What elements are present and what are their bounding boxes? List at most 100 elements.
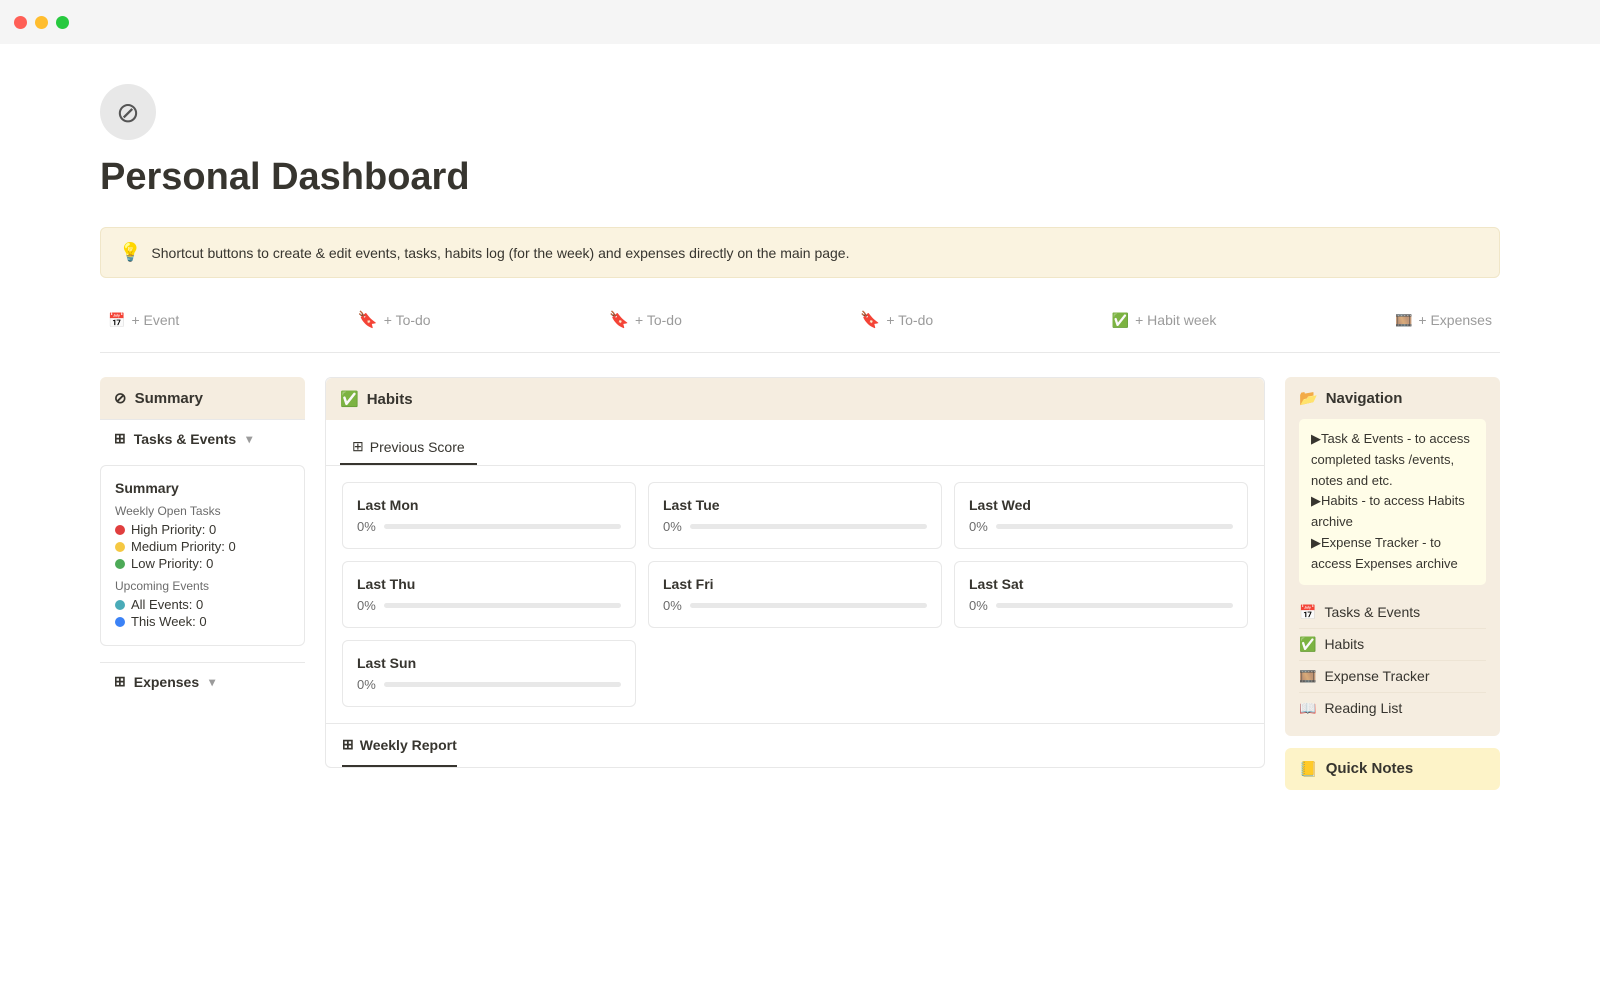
minimize-button[interactable] [35,16,48,29]
habits-section: ✅ Habits ⊞ Previous Score Last Mon [325,377,1265,768]
pct-4: 0% [663,598,682,613]
main-columns: ⊘ Summary ⊞ Tasks & Events ▾ Summary Wee… [100,377,1500,790]
pct-0: 0% [357,519,376,534]
titlebar [0,0,1600,44]
nav-calendar-icon: 📅 [1299,604,1316,621]
bookmark-icon-1: 🔖 [358,310,378,330]
add-habit-week-button[interactable]: ✅ + Habit week [1104,306,1225,334]
tasks-chevron-icon: ▾ [246,432,252,446]
blue-dot [115,617,125,627]
day-card-0: Last Mon 0% [342,482,636,549]
left-column: ⊘ Summary ⊞ Tasks & Events ▾ Summary Wee… [100,377,305,700]
day-label-3: Last Thu [357,576,621,592]
habits-header: ✅ Habits [326,378,1264,420]
weekly-report-tab-inner: ⊞ Weekly Report [342,724,457,767]
progress-bg-0 [384,524,621,529]
green-dot [115,559,125,569]
pct-5: 0% [969,598,988,613]
day-card-3: Last Thu 0% [342,561,636,628]
progress-row-0: 0% [357,519,621,534]
nav-reading-list-link[interactable]: 📖 Reading List [1299,693,1486,724]
nav-expense-tracker-link[interactable]: 🎞️ Expense Tracker [1299,661,1486,693]
weekly-report-tab[interactable]: ⊞ Weekly Report [326,723,1264,767]
day-card-2: Last Wed 0% [954,482,1248,549]
habits-grid: Last Mon 0% Last Tue 0% [326,466,1264,723]
nav-icon: 📂 [1299,389,1318,407]
bookmark-icon-3: 🔖 [860,310,880,330]
quick-notes-icon: 📒 [1299,760,1318,778]
nav-expenses-icon: 🎞️ [1299,668,1316,685]
day-card-5: Last Sat 0% [954,561,1248,628]
nav-info-box: ▶Task & Events - to access completed tas… [1299,419,1486,585]
progress-bg-4 [690,603,927,608]
medium-priority-item: Medium Priority: 0 [115,539,290,554]
expenses-header[interactable]: ⊞ Expenses ▾ [100,662,305,700]
tasks-events-header[interactable]: ⊞ Tasks & Events ▾ [100,419,305,457]
yellow-dot [115,542,125,552]
day-label-1: Last Tue [663,497,927,513]
red-dot [115,525,125,535]
quick-notes-section: 📒 Quick Notes [1285,748,1500,790]
day-card-6: Last Sun 0% [342,640,636,707]
add-expenses-button[interactable]: 🎞️ + Expenses [1387,306,1500,334]
expenses-grid-icon: ⊞ [114,673,126,690]
day-card-4: Last Fri 0% [648,561,942,628]
prev-score-tab[interactable]: ⊞ Previous Score [340,430,477,465]
nav-section-header: 📂 Navigation [1299,389,1486,407]
banner-text: Shortcut buttons to create & edit events… [151,245,849,261]
add-todo-button-2[interactable]: 🔖 + To-do [601,306,690,334]
high-priority-item: High Priority: 0 [115,522,290,537]
maximize-button[interactable] [56,16,69,29]
progress-row-2: 0% [969,519,1233,534]
habits-tabs: ⊞ Previous Score [326,420,1264,466]
progress-bg-5 [996,603,1233,608]
info-banner: 💡 Shortcut buttons to create & edit even… [100,227,1500,278]
shortcut-row: 📅 + Event 🔖 + To-do 🔖 + To-do 🔖 + To-do … [100,306,1500,353]
summary-icon: ⊘ [114,389,127,407]
add-todo-button-1[interactable]: 🔖 + To-do [350,306,439,334]
progress-bg-2 [996,524,1233,529]
progress-bg-3 [384,603,621,608]
progress-row-1: 0% [663,519,927,534]
progress-row-3: 0% [357,598,621,613]
quick-notes-header: 📒 Quick Notes [1299,760,1486,778]
middle-column: ✅ Habits ⊞ Previous Score Last Mon [325,377,1265,768]
logo-area: ⊘ [100,84,1500,140]
nav-tasks-events-link[interactable]: 📅 Tasks & Events [1299,597,1486,629]
page-title: Personal Dashboard [100,156,1500,199]
calendar-icon: 📅 [108,312,125,329]
main-scroll-area: ⊘ Personal Dashboard 💡 Shortcut buttons … [0,44,1600,1000]
teal-dot [115,600,125,610]
nav-section: 📂 Navigation ▶Task & Events - to access … [1285,377,1500,736]
nav-book-icon: 📖 [1299,700,1316,717]
habits-check-icon: ✅ [340,390,359,408]
logo-icon: ⊘ [100,84,156,140]
progress-bg-1 [690,524,927,529]
low-priority-item: Low Priority: 0 [115,556,290,571]
all-events-item: All Events: 0 [115,597,290,612]
summary-card-title: Summary [115,480,290,496]
day-label-5: Last Sat [969,576,1233,592]
tab-grid-icon: ⊞ [352,438,364,455]
bulb-icon: 💡 [119,242,141,263]
summary-section-header: ⊘ Summary [100,377,305,419]
progress-row-5: 0% [969,598,1233,613]
pct-3: 0% [357,598,376,613]
progress-bg-6 [384,682,621,687]
day-label-4: Last Fri [663,576,927,592]
add-event-button[interactable]: 📅 + Event [100,306,187,334]
progress-row-6: 0% [357,677,621,692]
tasks-grid-icon: ⊞ [114,430,126,447]
nav-info-line-2: ▶Habits - to access Habits archive [1311,491,1474,533]
pct-1: 0% [663,519,682,534]
day-label-2: Last Wed [969,497,1233,513]
day-label-6: Last Sun [357,655,621,671]
close-button[interactable] [14,16,27,29]
checkmark-icon: ✅ [1112,312,1129,329]
right-column: 📂 Navigation ▶Task & Events - to access … [1285,377,1500,790]
events-label: Upcoming Events [115,579,290,593]
nav-habits-link[interactable]: ✅ Habits [1299,629,1486,661]
nav-info-line-1: ▶Task & Events - to access completed tas… [1311,429,1474,491]
pct-6: 0% [357,677,376,692]
add-todo-button-3[interactable]: 🔖 + To-do [852,306,941,334]
